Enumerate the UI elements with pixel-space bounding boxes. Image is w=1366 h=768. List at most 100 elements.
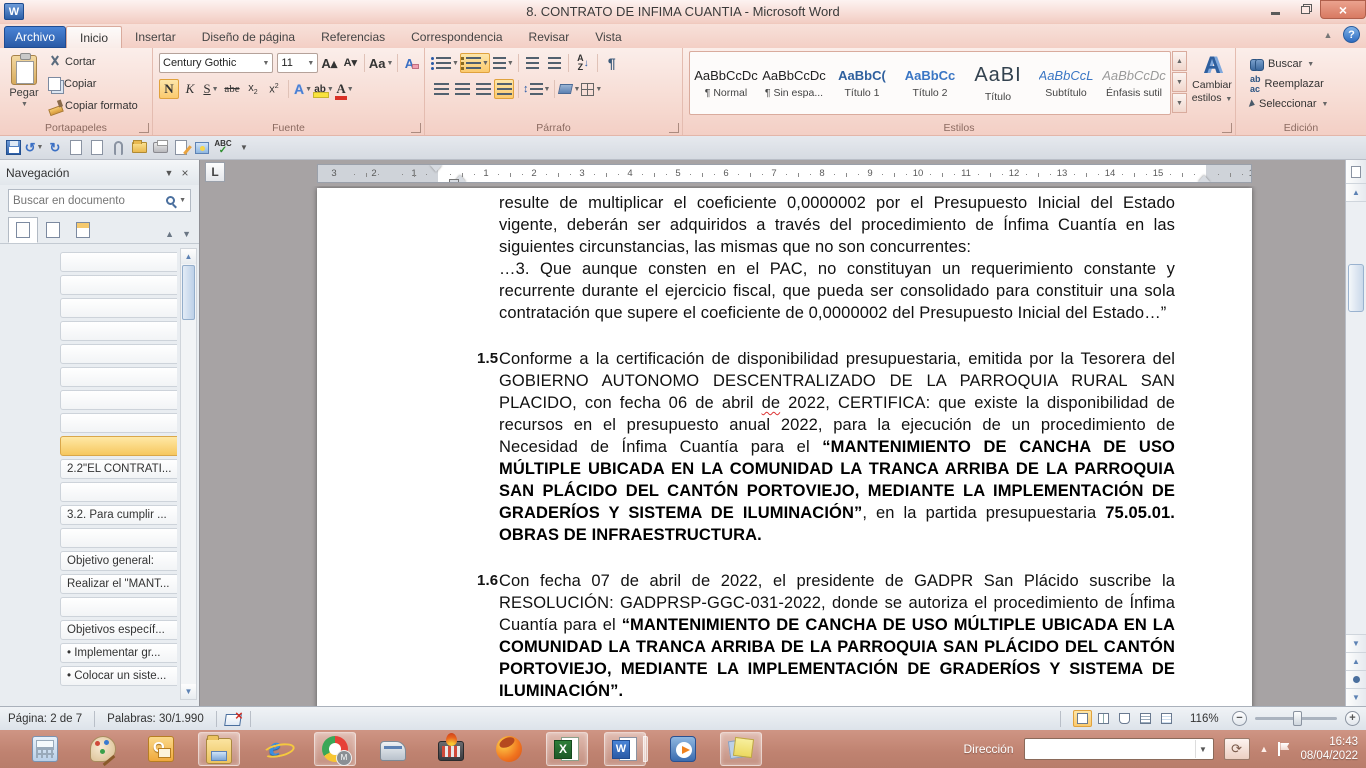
line-spacing-button[interactable]: ↕▼ xyxy=(523,79,550,99)
ribbon-tab-archivo[interactable]: Archivo xyxy=(4,26,66,48)
tab-browse-headings[interactable] xyxy=(8,217,38,243)
zoom-slider-thumb[interactable] xyxy=(1293,711,1302,726)
search-options-arrow[interactable]: ▼ xyxy=(179,197,186,204)
spelling-button[interactable]: ABC✓ xyxy=(214,139,232,157)
taskbar-calculator-button[interactable] xyxy=(24,732,66,766)
scrollbar-thumb[interactable] xyxy=(1348,264,1364,312)
restore-button[interactable] xyxy=(1290,0,1320,19)
document-paragraph[interactable]: 1.6Con fecha 07 de abril de 2022, el pre… xyxy=(477,570,1175,702)
nav-heading-item-selected[interactable] xyxy=(60,436,177,456)
draft-view-button[interactable] xyxy=(1157,710,1176,727)
nav-heading-item[interactable] xyxy=(60,321,177,341)
spell-check-status-icon[interactable] xyxy=(225,712,242,726)
insert-image-button[interactable] xyxy=(193,139,211,157)
previous-heading-button[interactable]: ▲ xyxy=(165,229,174,239)
text-highlight-button[interactable]: ab▼ xyxy=(314,79,334,99)
style-énfasis-sutil[interactable]: AaBbCcDcÉnfasis sutil xyxy=(1101,54,1167,112)
new-document-button[interactable] xyxy=(88,139,106,157)
shading-button[interactable]: ▼ xyxy=(559,79,580,99)
navigation-scrollbar[interactable]: ▲ ▼ xyxy=(180,248,197,700)
scroll-up-arrow[interactable]: ▲ xyxy=(1346,184,1366,202)
navigation-pane-close-button[interactable]: × xyxy=(177,165,193,181)
styles-scroll-down-button[interactable]: ▼ xyxy=(1172,72,1187,92)
font-size-combobox[interactable]: 11▼ xyxy=(277,53,318,73)
taskbar-fax-scanner-button[interactable] xyxy=(372,732,414,766)
borders-button[interactable]: ▼ xyxy=(581,79,602,99)
ribbon-tab-revisar[interactable]: Revisar xyxy=(516,26,583,48)
paragraph-dialog-launcher[interactable] xyxy=(669,123,679,133)
nav-heading-item[interactable] xyxy=(60,413,177,433)
close-button[interactable]: × xyxy=(1320,0,1366,19)
strikethrough-button[interactable]: abe xyxy=(222,79,242,99)
underline-button[interactable]: S▼ xyxy=(201,79,221,99)
show-hidden-icons-button[interactable]: ▲ xyxy=(1260,744,1269,754)
select-browse-object-button[interactable] xyxy=(1346,670,1366,688)
full-screen-reading-view-button[interactable] xyxy=(1094,710,1113,727)
decrease-indent-button[interactable] xyxy=(523,53,543,73)
previous-page-button[interactable]: ▲ xyxy=(1346,652,1366,670)
nav-heading-item[interactable] xyxy=(60,367,177,387)
taskbar-clock[interactable]: 16:43 08/04/2022 xyxy=(1300,735,1358,763)
style--normal[interactable]: AaBbCcDc¶ Normal xyxy=(693,54,759,112)
nav-heading-item[interactable] xyxy=(60,528,177,548)
zoom-slider-track[interactable] xyxy=(1255,717,1337,720)
address-text-field[interactable] xyxy=(1027,743,1195,755)
word-count-indicator[interactable]: Palabras: 30/1.990 xyxy=(103,713,208,725)
collapse-ribbon-button[interactable]: ▲ xyxy=(1319,27,1337,43)
nav-heading-item[interactable] xyxy=(60,252,177,272)
nav-heading-item[interactable]: • Colocar un siste... xyxy=(60,666,177,686)
search-input[interactable] xyxy=(13,195,166,207)
taskbar-file-explorer-button[interactable] xyxy=(198,732,240,766)
change-styles-button[interactable]: A Cambiar estilos ▼ xyxy=(1191,51,1233,119)
ribbon-tab-referencias[interactable]: Referencias xyxy=(308,26,398,48)
horizontal-ruler[interactable]: 32112345678910111213141517 xyxy=(317,164,1252,183)
scroll-down-arrow[interactable]: ▼ xyxy=(1346,634,1366,652)
font-name-dropdown-arrow[interactable]: ▼ xyxy=(262,60,269,67)
taskbar-outlook-button[interactable] xyxy=(140,732,182,766)
nav-heading-item[interactable]: Objetivos específ... xyxy=(60,620,177,640)
first-line-indent-marker[interactable] xyxy=(430,165,442,172)
subscript-button[interactable]: x2 xyxy=(243,79,263,99)
qat-overflow-button[interactable]: ▼ xyxy=(235,139,253,157)
font-name-combobox[interactable]: Century Gothic▼ xyxy=(159,53,273,73)
paste-button[interactable]: Pegar ▼ xyxy=(2,51,46,117)
italic-button[interactable]: K xyxy=(180,79,200,99)
style-título[interactable]: AaBITítulo xyxy=(965,54,1031,112)
bold-button[interactable]: N xyxy=(159,79,179,99)
text-effects-button[interactable]: A▼ xyxy=(293,79,313,99)
zoom-out-button[interactable]: − xyxy=(1232,711,1247,726)
bullets-button[interactable]: ▼ xyxy=(431,53,459,73)
edit-document-button[interactable] xyxy=(172,139,190,157)
print-button[interactable] xyxy=(151,139,169,157)
next-page-button[interactable]: ▼ xyxy=(1346,688,1366,706)
sort-button[interactable]: AZ↓ xyxy=(573,53,593,73)
next-heading-button[interactable]: ▼ xyxy=(182,229,191,239)
nav-heading-item[interactable] xyxy=(60,344,177,364)
document-paragraph[interactable]: 1.5Conforme a la certificación de dispon… xyxy=(477,348,1175,546)
ribbon-tab-insertar[interactable]: Insertar xyxy=(122,26,189,48)
ribbon-tab-vista[interactable]: Vista xyxy=(582,26,634,48)
web-layout-view-button[interactable] xyxy=(1115,710,1134,727)
style--sin-espa-[interactable]: AaBbCcDc¶ Sin espa... xyxy=(761,54,827,112)
clear-formatting-button[interactable]: A xyxy=(402,53,422,73)
navigation-pane-options-arrow[interactable]: ▼ xyxy=(161,165,177,181)
tab-browse-pages[interactable] xyxy=(38,217,68,243)
minimize-button[interactable] xyxy=(1260,0,1290,19)
attachment-button[interactable] xyxy=(109,139,127,157)
styles-gallery-more-button[interactable]: ▼ xyxy=(1172,93,1187,113)
document-paragraph[interactable]: resulte de multiplicar el coeficiente 0,… xyxy=(499,192,1175,258)
replace-button[interactable]: abacReemplazar xyxy=(1246,74,1364,94)
align-right-button[interactable] xyxy=(473,79,493,99)
zoom-in-button[interactable]: + xyxy=(1345,711,1360,726)
clipboard-dialog-launcher[interactable] xyxy=(139,123,149,133)
font-dialog-launcher[interactable] xyxy=(411,123,421,133)
nav-scroll-down-arrow[interactable]: ▼ xyxy=(181,684,196,699)
nav-heading-item[interactable]: Realizar el "MANT... xyxy=(60,574,177,594)
taskbar-internet-explorer-button[interactable] xyxy=(256,732,298,766)
taskbar-excel-button[interactable] xyxy=(546,732,588,766)
undo-dropdown-arrow[interactable]: ▼ xyxy=(36,144,43,151)
print-preview-button[interactable] xyxy=(67,139,85,157)
change-case-button[interactable]: Aa▼ xyxy=(369,53,393,73)
open-folder-button[interactable] xyxy=(130,139,148,157)
grow-font-button[interactable]: A▴ xyxy=(319,53,339,73)
